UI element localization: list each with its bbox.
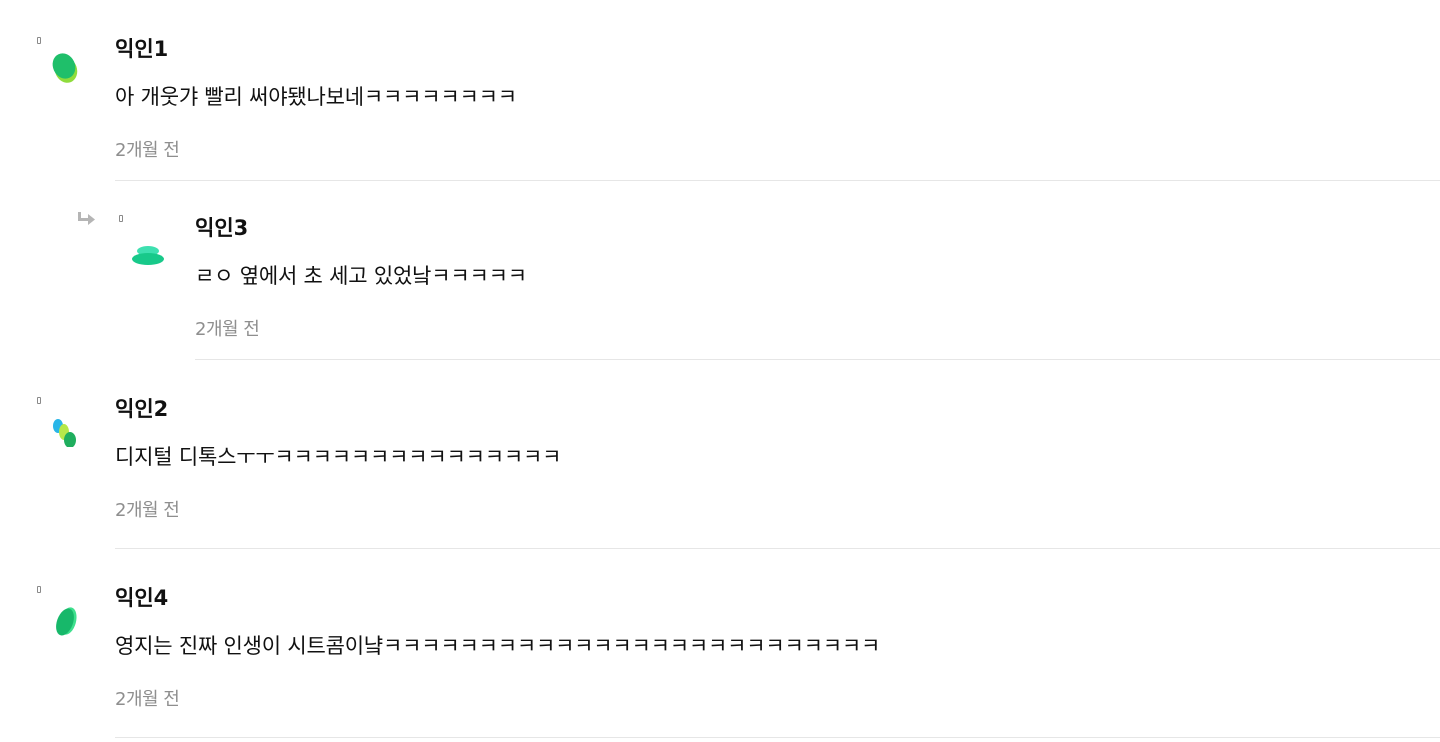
reply-item: 익인3 ㄹㅇ 옆에서 초 세고 있었낰ㅋㅋㅋㅋㅋ 2개월 전 [0, 181, 1440, 360]
comment-text: 아 개웃갸 빨리 써야됐나보네ㅋㅋㅋㅋㅋㅋㅋㅋ [115, 85, 517, 109]
comment-text: 영지는 진짜 인생이 시트콤이냨ㅋㅋㅋㅋㅋㅋㅋㅋㅋㅋㅋㅋㅋㅋㅋㅋㅋㅋㅋㅋㅋㅋㅋㅋ… [115, 634, 881, 658]
comment-author[interactable]: 익인1 [115, 33, 168, 63]
comment-author[interactable]: 익인2 [115, 393, 168, 423]
reply-arrow-icon [78, 212, 95, 225]
comment-divider [115, 737, 1440, 738]
comment-item: 익인1 아 개웃갸 빨리 써야됐나보네ㅋㅋㅋㅋㅋㅋㅋㅋ 2개월 전 [0, 0, 1440, 181]
avatar-icon[interactable] [48, 596, 82, 636]
comment-item: 익인4 영지는 진짜 인생이 시트콤이냨ㅋㅋㅋㅋㅋㅋㅋㅋㅋㅋㅋㅋㅋㅋㅋㅋㅋㅋㅋㅋ… [0, 549, 1440, 738]
avatar-icon[interactable] [48, 47, 82, 87]
comment-time: 2개월 전 [195, 319, 260, 340]
comment-marker-icon [119, 215, 123, 222]
comment-marker-icon [37, 37, 41, 44]
comment-time: 2개월 전 [115, 140, 180, 161]
comment-marker-icon [37, 586, 41, 593]
comment-time: 2개월 전 [115, 500, 180, 521]
avatar-icon[interactable] [48, 407, 82, 447]
comment-text: 디지털 디톡스ㅜㅜㅋㅋㅋㅋㅋㅋㅋㅋㅋㅋㅋㅋㅋㅋㅋ [115, 445, 562, 469]
comment-text: ㄹㅇ 옆에서 초 세고 있었낰ㅋㅋㅋㅋㅋ [195, 264, 527, 288]
comment-time: 2개월 전 [115, 689, 180, 710]
avatar-icon[interactable] [130, 233, 164, 273]
comment-marker-icon [37, 397, 41, 404]
comment-author[interactable]: 익인4 [115, 582, 168, 612]
comment-item: 익인2 디지털 디톡스ㅜㅜㅋㅋㅋㅋㅋㅋㅋㅋㅋㅋㅋㅋㅋㅋㅋ 2개월 전 [0, 360, 1440, 549]
comment-author[interactable]: 익인3 [195, 212, 248, 242]
